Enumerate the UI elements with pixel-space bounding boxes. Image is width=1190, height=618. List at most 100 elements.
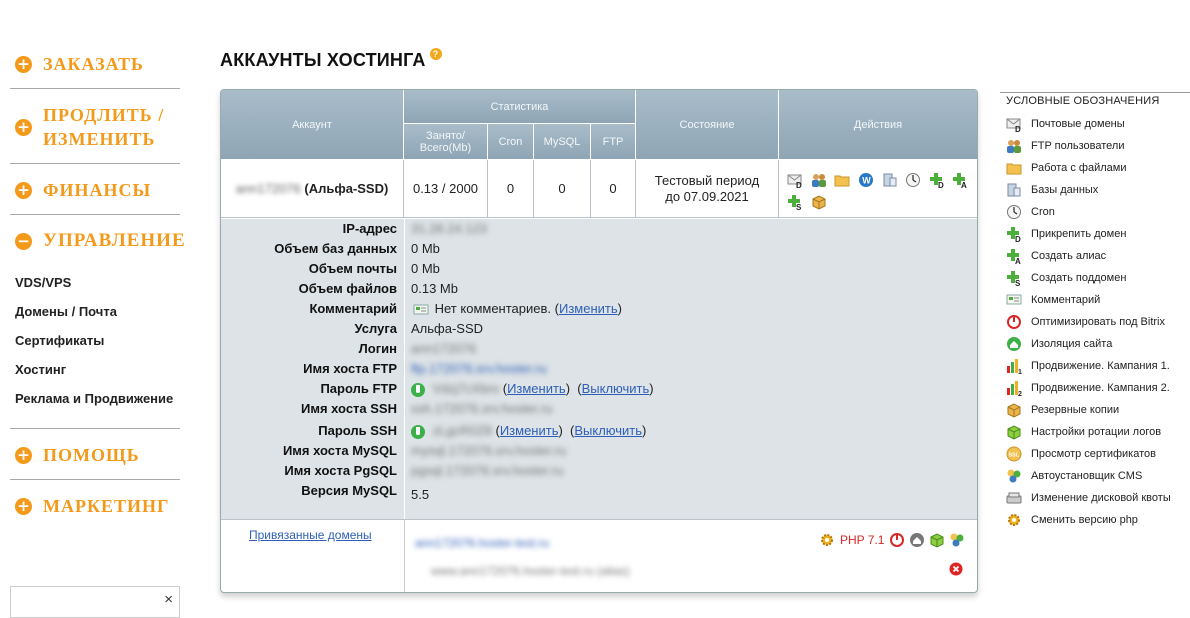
mysql-version-value: 5.5: [411, 487, 430, 502]
ssh-password-change-link[interactable]: Изменить: [500, 423, 559, 438]
plus-icon: +: [15, 497, 32, 515]
nav-order-label: ЗАКАЗАТЬ: [43, 54, 144, 74]
php-version-icon: [1006, 512, 1023, 528]
sub-item-ads[interactable]: Реклама и Продвижение: [15, 385, 180, 414]
legend-title: УСЛОВНЫЕ ОБОЗНАЧЕНИЯ: [1000, 92, 1190, 113]
ftp-host-value[interactable]: ftp.172076.srv.hoster.ru: [411, 361, 547, 376]
login-label: Логин: [358, 341, 397, 356]
log-rotation-icon[interactable]: [929, 532, 945, 548]
minus-icon: −: [15, 232, 32, 250]
plus-icon: +: [15, 118, 32, 136]
databases-icon[interactable]: [882, 172, 898, 188]
account-plan: (Альфа-SSD): [304, 181, 389, 196]
header-cron[interactable]: Cron: [488, 124, 534, 160]
nav-help[interactable]: + ПОМОЩЬ: [10, 429, 180, 480]
help-icon[interactable]: ?: [429, 48, 442, 60]
ssh-password-label: Пароль SSH: [318, 423, 397, 438]
ssh-password-text: zLgcR0Z8: [432, 423, 492, 438]
php-version[interactable]: PHP 7.1: [840, 533, 884, 547]
legend-item: Оптимизировать под Bitrix: [1000, 311, 1190, 333]
header-ftp[interactable]: FTP: [591, 124, 636, 160]
svg-text:W: W: [862, 175, 871, 185]
state-cell: Тестовый период до 07.09.2021: [636, 160, 779, 218]
nav-extend-label: ПРОДЛИТЬ / ИЗМЕНИТЬ: [43, 105, 165, 149]
ftp-password-value: Vdzj7cXbro (Изменить) (Выключить): [411, 381, 654, 397]
nav-marketing[interactable]: + МАРКЕТИНГ: [10, 480, 180, 530]
header-mysql[interactable]: MySQL: [534, 124, 591, 160]
create-alias-icon: A: [1006, 248, 1023, 266]
main-domain-link[interactable]: ann172076.hoster-test.ru: [415, 536, 549, 550]
sub-item-domains[interactable]: Домены / Почта: [15, 298, 180, 327]
state-line1: Тестовый период: [654, 172, 760, 188]
manage-submenu: VDS/VPS Домены / Почта Сертификаты Хости…: [10, 265, 180, 429]
mysql-host-label: Имя хоста MySQL: [282, 443, 397, 458]
comment-change-link[interactable]: Изменить: [559, 301, 618, 316]
ssh-disable-link[interactable]: Выключить: [574, 423, 642, 438]
settings-gear-icon[interactable]: [819, 532, 835, 548]
cron-icon[interactable]: [905, 172, 921, 188]
nav-extend[interactable]: + ПРОДЛИТЬ / ИЗМЕНИТЬ: [10, 89, 180, 164]
svg-text:D: D: [1015, 125, 1021, 132]
sub-item-certificates[interactable]: Сертификаты: [15, 327, 180, 356]
svg-text:S: S: [796, 203, 802, 210]
header-used[interactable]: Занято/ Всего(Mb): [404, 124, 488, 160]
comment-text: Нет комментариев.: [434, 301, 552, 316]
nav-order[interactable]: + ЗАКАЗАТЬ: [10, 40, 180, 89]
pgsql-host-value: pgsql.172076.srv.hoster.ru: [411, 463, 564, 478]
ftp-disable-link[interactable]: Выключить: [582, 381, 650, 396]
mail-domains-icon[interactable]: D: [787, 172, 803, 190]
chat-widget[interactable]: ×: [10, 586, 180, 618]
file-manager-icon[interactable]: [834, 172, 850, 188]
domain-actions: PHP 7.1: [817, 530, 967, 550]
cms-installer-icon[interactable]: [949, 532, 965, 548]
svg-text:2: 2: [1018, 391, 1022, 396]
databases-icon: [1006, 182, 1023, 198]
wordpress-icon[interactable]: W: [858, 172, 874, 188]
legend-item: FTP пользователи: [1000, 135, 1190, 157]
attach-domain-icon[interactable]: D: [929, 172, 945, 190]
ftp-password-label: Пароль FTP: [320, 381, 397, 396]
create-alias-icon[interactable]: A: [952, 172, 968, 190]
attach-domain-icon: D: [1006, 226, 1023, 244]
linked-domains-link[interactable]: Привязанные домены: [249, 528, 372, 542]
ftp-users-icon[interactable]: [811, 172, 827, 188]
sub-item-hosting[interactable]: Хостинг: [15, 356, 180, 385]
header-state[interactable]: Состояние: [636, 90, 779, 160]
backups-icon[interactable]: [811, 194, 827, 210]
ftp-host-label: Имя хоста FTP: [303, 361, 397, 376]
power-icon[interactable]: [411, 382, 425, 397]
login-value: ann172076: [411, 341, 477, 356]
db-size-value: 0 Mb: [411, 241, 440, 256]
create-subdomain-icon[interactable]: S: [787, 194, 803, 212]
nav-manage-label: УПРАВЛЕНИЕ: [43, 230, 186, 251]
svg-text:A: A: [961, 181, 967, 188]
power-icon[interactable]: [411, 424, 425, 439]
mail-size-value: 0 Mb: [411, 261, 440, 276]
legend-item: D Прикрепить домен: [1000, 223, 1190, 245]
mail-size-label: Объем почты: [308, 261, 397, 276]
legend-item: Изоляция сайта: [1000, 333, 1190, 355]
ip-value: 31.28.24.123: [411, 221, 487, 236]
legend-item: 1 Продвижение. Кампания 1.: [1000, 355, 1190, 377]
nav-manage[interactable]: − УПРАВЛЕНИЕ: [10, 215, 185, 265]
svg-text:S: S: [1015, 279, 1021, 286]
delete-icon[interactable]: [949, 562, 965, 578]
cron-icon: [1006, 204, 1023, 220]
linked-domains-row: Привязанные домены ann172076.hoster-test…: [221, 520, 977, 592]
legend-item: Настройки ротации логов: [1000, 421, 1190, 443]
close-icon[interactable]: ×: [164, 591, 173, 608]
nav-finance[interactable]: + ФИНАНСЫ: [10, 164, 180, 215]
isolation-icon[interactable]: [909, 532, 925, 548]
log-rotation-icon: [1006, 424, 1023, 440]
pgsql-host-label: Имя хоста PgSQL: [284, 463, 397, 478]
bitrix-icon[interactable]: [889, 532, 905, 548]
db-size-label: Объем баз данных: [274, 241, 397, 256]
legend-item: Работа с файлами: [1000, 157, 1190, 179]
nav-marketing-label: МАРКЕТИНГ: [43, 496, 170, 516]
header-account: Аккаунт: [221, 90, 404, 160]
sub-item-vds[interactable]: VDS/VPS: [15, 269, 180, 298]
legend-item: Базы данных: [1000, 179, 1190, 201]
alias-domain: www.ann172076.hoster-test.ru (alias): [431, 564, 630, 578]
ftp-password-change-link[interactable]: Изменить: [507, 381, 566, 396]
mysql-host-value: mysql.172076.srv.hoster.ru: [411, 443, 567, 458]
